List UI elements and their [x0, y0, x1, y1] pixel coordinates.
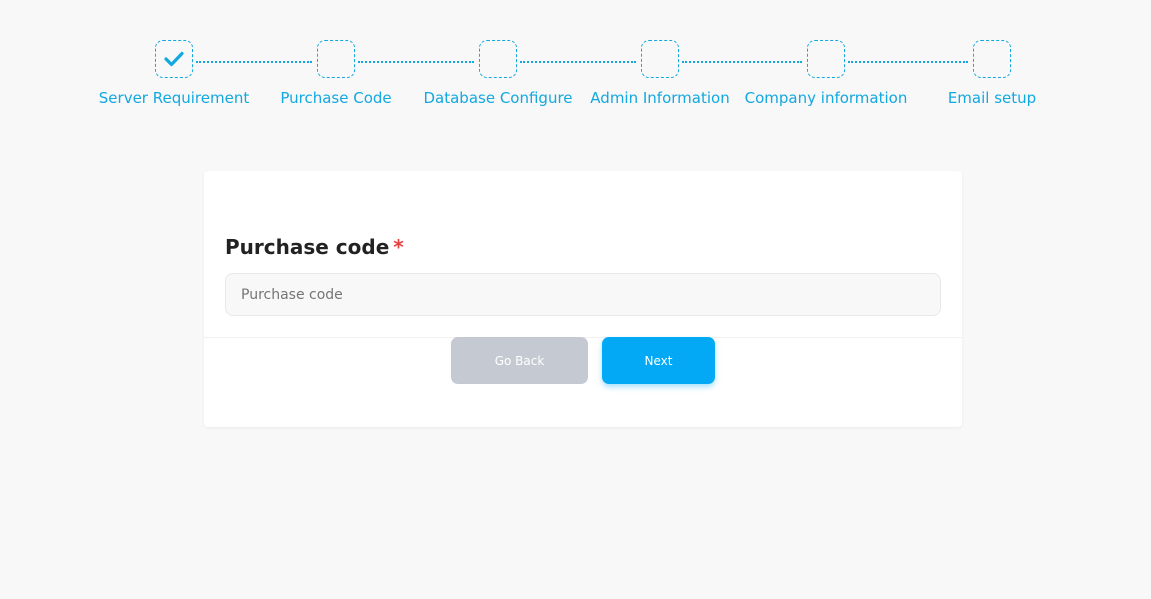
purchase-code-label: Purchase code *: [225, 234, 404, 260]
step-email-setup[interactable]: [973, 40, 1011, 78]
step-label-email-setup: Email setup: [947, 89, 1037, 107]
next-button[interactable]: Next: [602, 337, 715, 384]
go-back-button[interactable]: Go Back: [451, 337, 588, 384]
purchase-code-label-text: Purchase code: [225, 235, 390, 259]
step-label-server-requirement: Server Requirement: [98, 89, 250, 107]
step-label-purchase-code: Purchase Code: [280, 89, 392, 107]
required-asterisk: *: [393, 235, 404, 259]
step-connector: [848, 61, 968, 63]
step-server-requirement[interactable]: [155, 40, 193, 78]
step-label-company-information: Company information: [744, 89, 908, 107]
step-admin-information[interactable]: [641, 40, 679, 78]
step-connector: [682, 61, 802, 63]
step-company-information[interactable]: [807, 40, 845, 78]
installer-stepper: Server Requirement Purchase Code Databas…: [0, 0, 1151, 120]
step-connector: [520, 61, 636, 63]
step-label-database-configure: Database Configure: [423, 89, 573, 107]
purchase-code-card: Purchase code* Go Back Next: [204, 171, 962, 427]
step-label-admin-information: Admin Information: [590, 89, 730, 107]
step-purchase-code[interactable]: [317, 40, 355, 78]
step-connector: [196, 61, 312, 63]
check-icon: [164, 51, 184, 67]
card-form-section: Purchase code *: [204, 171, 962, 338]
step-connector: [358, 61, 474, 63]
step-database-configure[interactable]: [479, 40, 517, 78]
purchase-code-input[interactable]: [225, 273, 941, 316]
